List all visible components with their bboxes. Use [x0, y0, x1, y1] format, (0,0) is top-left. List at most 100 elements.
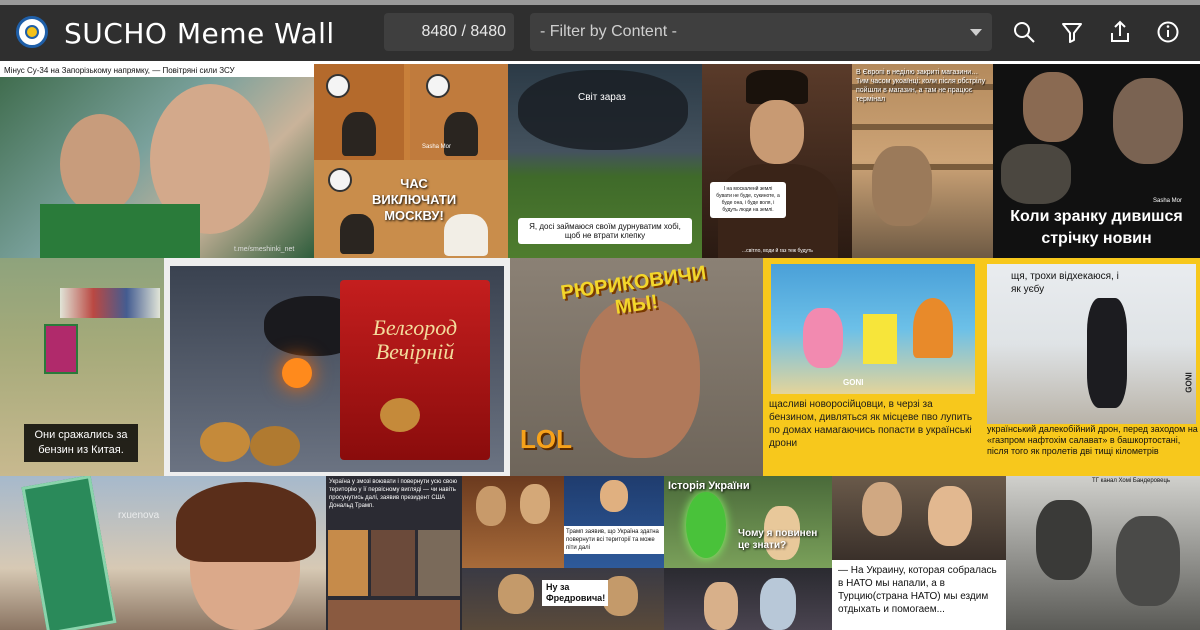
meme-tile[interactable]: — На Украину, которая собралась в НАТО м… [832, 476, 1006, 630]
chevron-down-icon [970, 29, 982, 36]
fire-glow [282, 358, 312, 388]
meme-figure [520, 484, 550, 524]
candy [200, 422, 250, 462]
clock-icon [326, 74, 350, 98]
dog-figure [1113, 78, 1183, 164]
meme-tile[interactable]: Історія України Чому я повинен це знати? [664, 476, 832, 568]
meme-caption: Мінус Су-34 на Запорізькому напрямку, — … [0, 64, 314, 77]
meme-watermark: rxuenova [118, 510, 160, 521]
meme-caption: Я, досі займаюся своїм дурнуватим хобі, … [518, 218, 692, 244]
meme-figure [40, 204, 200, 258]
meme-panel [418, 530, 460, 596]
meme-tile[interactable]: Белгород Вечірній [164, 258, 510, 476]
meme-watermark: GONI [843, 378, 864, 387]
meme-caption: український далекобійний дрон, перед зах… [987, 424, 1198, 456]
logo-emblem [25, 25, 39, 39]
meme-watermark: Sasha Mor [1153, 198, 1183, 204]
portrait-face [750, 100, 804, 164]
meme-tile[interactable]: ТГ канал Хомі Бандеровець [1006, 476, 1200, 630]
meme-tile[interactable]: щя, трохи відхекаюся, і як уєбу GONI укр… [983, 258, 1200, 476]
meme-watermark: Sasha Mor [422, 144, 452, 150]
meme-tile[interactable]: РЮРИКОВИЧИ МЫ! LOL [510, 258, 763, 476]
meme-counter: 8480 / 8480 [384, 13, 514, 51]
meme-caption: щасливі новоросійцовци, в черзі за бензи… [769, 399, 973, 449]
meme-figure [60, 114, 140, 214]
girl-hair [176, 482, 316, 562]
candy-brand: Белгород Вечірній [372, 315, 458, 364]
meme-caption: Они сражались за бензин из Китая. [24, 424, 138, 462]
meme-figure [476, 486, 506, 526]
meme-figure [498, 574, 534, 614]
meme-top-text: щя, трохи відхекаюся, і як уєбу [1011, 271, 1119, 295]
share-icon[interactable] [1107, 19, 1133, 45]
cartoon-figure [803, 308, 843, 368]
meme-panel [328, 530, 368, 596]
portal [686, 492, 726, 558]
meme-tile[interactable]: Трамп заявив, що Україна здатна повернут… [564, 476, 664, 568]
cat-image [340, 214, 374, 254]
meme-figure [862, 482, 902, 536]
red-label [340, 280, 490, 460]
runner-figure [1087, 298, 1127, 408]
meme-face [580, 298, 700, 458]
meme-figure [760, 578, 796, 630]
meme-figure [928, 486, 972, 546]
content-filter-label: - Filter by Content - [540, 23, 677, 40]
meme-figure [704, 582, 738, 630]
cat-image [342, 112, 376, 156]
meme-caption: Коли зранку дивишся стрічку новин [1010, 208, 1183, 247]
meme-caption: І на москаленй землі бувати не буде, сук… [710, 182, 786, 218]
meme-tile[interactable]: Они сражались за бензин из Китая. [0, 258, 164, 476]
meme-tile[interactable]: Ну за Фредровича! [462, 568, 664, 630]
meme-sticker: LOL [520, 424, 572, 454]
meme-tile[interactable]: Світ зараз Я, досі займаюся своїм дурнув… [508, 64, 702, 258]
flags [60, 288, 160, 318]
meme-tile[interactable]: Україна у змозі воювати і повернути усю … [326, 476, 462, 630]
sucho-logo[interactable] [16, 16, 48, 48]
meme-caption: Чому я повинен це знати? [738, 528, 818, 551]
meme-tile[interactable] [462, 476, 564, 568]
meme-watermark: GONI [1184, 372, 1194, 393]
app-header: SUCHO Meme Wall 8480 / 8480 - Filter by … [0, 5, 1200, 61]
clock-icon [328, 168, 352, 192]
meme-panel [371, 530, 415, 596]
meme-caption: Україна у змозі воювати і повернути усю … [329, 479, 457, 509]
shelf [852, 124, 993, 130]
meme-caption: В Європі в неділю закриті магазини… Тим … [856, 69, 986, 103]
poster [44, 324, 78, 374]
meme-tile[interactable]: rxuenova [0, 476, 326, 630]
meme-watermark: t.me/smeshinki_net [234, 246, 295, 253]
meme-tile[interactable]: Sasha Mor Коли зранку дивишся стрічку но… [993, 64, 1200, 258]
info-icon[interactable] [1155, 19, 1181, 45]
meme-caption: ЧАС ВИКЛЮЧАТИ МОСКВУ! [372, 176, 457, 223]
meme-tile[interactable]: Мінус Су-34 на Запорізькому напрямку, — … [0, 64, 314, 258]
man-figure [1023, 72, 1083, 142]
meme-caption: Ну за Фредровича! [542, 580, 608, 606]
candy [380, 398, 420, 432]
clock-icon [426, 74, 450, 98]
meme-figure [1036, 500, 1092, 580]
meme-tile[interactable]: І на москаленй землі бувати не буде, сук… [702, 64, 852, 258]
filter-icon[interactable] [1059, 19, 1085, 45]
meme-tile[interactable] [664, 568, 832, 630]
meme-tile[interactable]: GONI щасливі новоросійцовци, в черзі за … [763, 258, 983, 476]
meme-tile[interactable]: Sasha Mor ЧАС ВИКЛЮЧАТИ МОСКВУ! [314, 64, 508, 258]
cat-image [1001, 144, 1071, 204]
meme-panel [328, 600, 460, 630]
meme-watermark: ТГ канал Хомі Бандеровець [1092, 478, 1171, 484]
meme-caption: — На Украину, которая собралась в НАТО м… [838, 565, 997, 615]
meme-title: Історія України [668, 480, 750, 492]
price-sign [21, 476, 117, 630]
search-icon[interactable] [1011, 19, 1037, 45]
meme-tile[interactable]: В Європі в неділю закриті магазини… Тим … [852, 64, 993, 258]
meme-footer: ...світло, води й газ теж будуть [742, 248, 813, 254]
meme-photo [832, 476, 1006, 560]
meme-top-text: Світ зараз [578, 92, 626, 103]
cat-image [872, 146, 932, 226]
smoke-cloud [518, 70, 688, 150]
meme-figure [600, 480, 628, 512]
portrait-hat [746, 70, 808, 104]
meme-caption: Трамп заявив, що Україна здатна повернут… [564, 526, 664, 554]
content-filter-select[interactable]: - Filter by Content - [530, 13, 992, 51]
candy [250, 426, 300, 466]
